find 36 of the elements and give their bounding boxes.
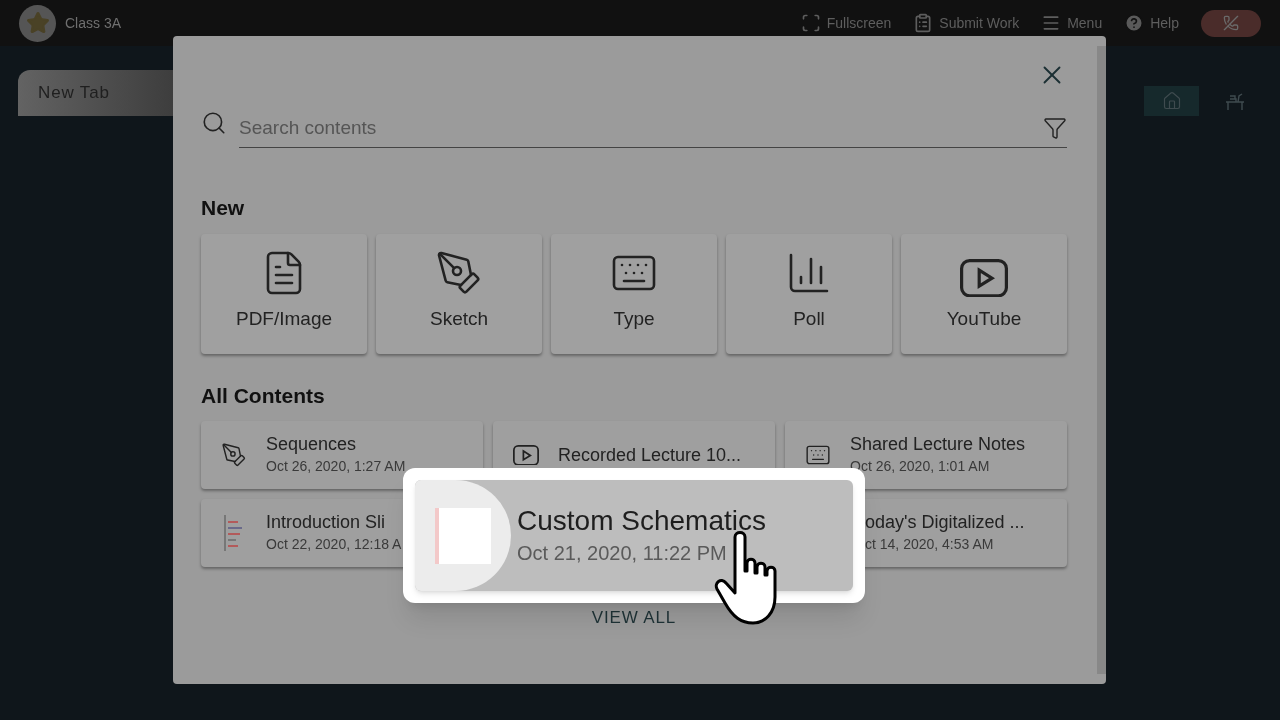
search-icon (201, 110, 227, 136)
content-date: ct 14, 2020, 4:53 AM (865, 534, 995, 554)
content-title: Recorded Lecture 10... (558, 443, 742, 467)
play-icon (960, 258, 1008, 297)
play-icon (512, 444, 539, 466)
new-content-tile[interactable]: YouTube (901, 233, 1067, 354)
content-title: Shared Lecture Notes (850, 433, 1026, 456)
new-content-tile[interactable]: PDF/Image (201, 233, 367, 354)
content-card[interactable]: Custom Schematics Oct 21, 2020, 11:22 PM (415, 480, 853, 591)
star-icon (25, 11, 50, 35)
section-heading: New (201, 195, 246, 221)
content-date: Oct 21, 2020, 11:22 PM (517, 541, 728, 566)
new-content-tile[interactable]: Poll (726, 233, 892, 354)
class-name: Class 3A (65, 13, 122, 33)
pen-icon (435, 249, 483, 297)
help-icon (1124, 13, 1145, 33)
content-title: Sequences (266, 433, 358, 456)
fullscreen-icon (800, 13, 821, 33)
section-heading: All Contents (201, 382, 326, 409)
content-date: Oct 26, 2020, 1:27 AM (266, 456, 406, 476)
new-content-tile[interactable]: Type (551, 233, 717, 354)
content-title: oday's Digitalized ... (865, 511, 1025, 534)
content-title: Custom Schematics (517, 504, 766, 538)
end-call-button[interactable] (1201, 9, 1261, 37)
view-all-link[interactable]: VIEW ALL (591, 605, 677, 631)
content-title: Introduction Sli (266, 511, 387, 534)
home-icon (1161, 91, 1182, 111)
desk-icon (1224, 91, 1245, 111)
clipboard-icon (913, 13, 934, 33)
content-card[interactable]: Sequences Oct 26, 2020, 1:27 AM (201, 421, 483, 489)
search-field[interactable]: Search contents (239, 108, 1067, 148)
filter-icon[interactable] (1043, 116, 1067, 140)
end-call-icon (1223, 15, 1239, 31)
pen-icon (220, 442, 247, 468)
new-content-tile[interactable]: Sketch (376, 233, 542, 354)
content-date: Oct 22, 2020, 12:18 A (266, 534, 402, 554)
